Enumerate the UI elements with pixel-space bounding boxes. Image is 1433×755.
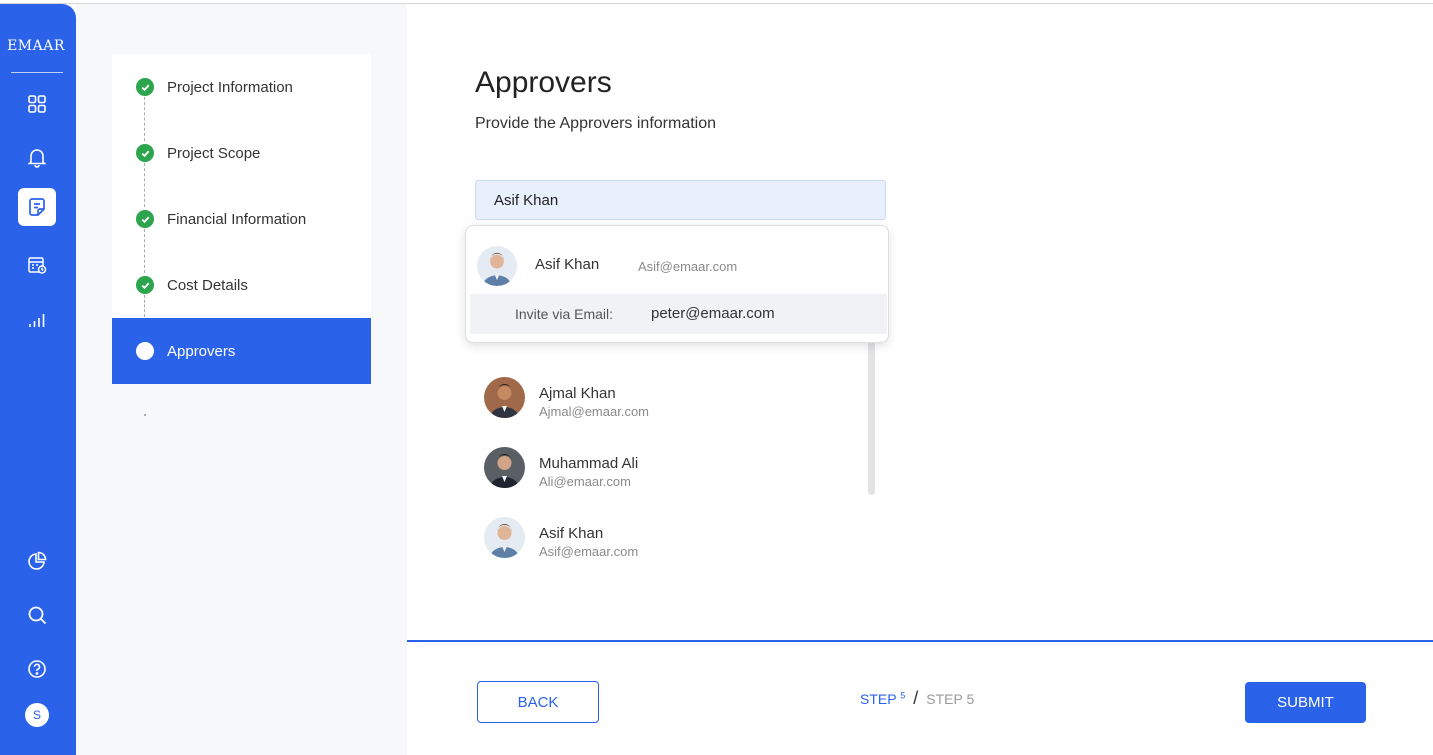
analytics-nav-button[interactable] [18, 542, 56, 580]
step-label: Project Scope [167, 144, 261, 162]
step-check-icon [136, 144, 154, 162]
current-step-number: 5 [900, 690, 906, 701]
avatar [477, 246, 517, 286]
page-subtitle: Provide the Approvers information [475, 115, 717, 132]
step-separator: / [913, 688, 919, 708]
step-check-icon [136, 210, 154, 228]
avatar [484, 447, 525, 488]
search-suggestions-dropdown: Asif Khan Asif@emaar.com Invite via Emai… [465, 225, 889, 343]
suggestion-item[interactable]: Asif Khan Asif@emaar.com [466, 238, 888, 292]
total-steps: STEP 5 [926, 691, 974, 707]
logo-divider [11, 72, 63, 73]
page-title: Approvers [475, 66, 612, 99]
list-item[interactable]: Asif Khan Asif@emaar.com [484, 517, 864, 561]
total-step-word: STEP [926, 691, 963, 707]
step-label: Cost Details [167, 276, 248, 294]
footer-divider [407, 640, 1433, 642]
calendar-check-icon [28, 257, 47, 274]
step-approvers[interactable]: Approvers [112, 318, 371, 384]
stepper-card: Project Information Project Scope Financ… [112, 54, 371, 384]
help-nav-button[interactable] [18, 650, 56, 688]
suggestion-name: Asif Khan [535, 256, 600, 273]
total-step-number: 5 [966, 691, 975, 707]
approver-email: Ali@emaar.com [539, 474, 631, 489]
search-nav-button[interactable] [18, 596, 56, 634]
step-project-information[interactable]: Project Information [112, 54, 371, 120]
bar-chart-icon [29, 314, 45, 327]
submit-button[interactable]: SUBMIT [1245, 682, 1366, 723]
step-project-scope[interactable]: Project Scope [112, 120, 371, 186]
dashboard-nav-button[interactable] [18, 85, 56, 123]
approver-name: Muhammad Ali [539, 455, 639, 472]
step-financial-information[interactable]: Financial Information [112, 186, 371, 252]
approver-search-input[interactable] [475, 180, 886, 220]
step-label: Financial Information [167, 210, 307, 228]
invite-via-email-option[interactable]: Invite via Email: peter@emaar.com [470, 294, 887, 334]
help-icon [28, 660, 46, 678]
step-check-icon [136, 78, 154, 96]
current-step: STEP 5 [860, 690, 906, 707]
step-connector [144, 97, 145, 141]
suggestion-email: Asif@emaar.com [638, 259, 738, 274]
user-avatar[interactable]: S [25, 703, 49, 727]
step-connector [144, 295, 145, 317]
brand-logo: EMAAR [7, 38, 65, 54]
back-button[interactable]: BACK [477, 681, 599, 723]
invite-label: Invite via Email: [515, 306, 614, 322]
approvers-scrollbar[interactable] [868, 330, 875, 495]
bell-icon [27, 149, 47, 168]
step-label: Project Information [167, 78, 293, 96]
projects-nav-button[interactable] [18, 188, 56, 226]
pie-chart-icon [28, 551, 47, 570]
step-cost-details[interactable]: Cost Details [112, 252, 371, 318]
approver-email: Asif@emaar.com [539, 544, 639, 559]
invite-email: peter@emaar.com [651, 305, 775, 322]
step-connector-end [144, 414, 146, 416]
list-item[interactable]: Muhammad Ali Ali@emaar.com [484, 447, 864, 491]
approver-name: Asif Khan [539, 525, 604, 542]
schedule-nav-button[interactable] [18, 246, 56, 284]
step-connector [144, 229, 145, 273]
avatar [484, 377, 525, 418]
notifications-nav-button[interactable] [18, 138, 56, 176]
note-icon [29, 198, 45, 216]
current-step-word: STEP [860, 691, 897, 707]
step-label: Approvers [167, 342, 236, 360]
step-check-icon [136, 276, 154, 294]
step-connector [144, 163, 145, 207]
avatar [484, 517, 525, 558]
approver-name: Ajmal Khan [539, 385, 616, 402]
grid-icon [28, 95, 46, 113]
step-current-dot [136, 342, 154, 360]
search-icon [28, 606, 47, 625]
list-item[interactable]: Ajmal Khan Ajmal@emaar.com [484, 377, 864, 421]
app-sidebar: EMAAR S [0, 4, 76, 755]
approver-email: Ajmal@emaar.com [539, 404, 650, 419]
reports-nav-button[interactable] [18, 300, 56, 338]
step-indicator: STEP 5 / STEP 5 [860, 688, 974, 709]
